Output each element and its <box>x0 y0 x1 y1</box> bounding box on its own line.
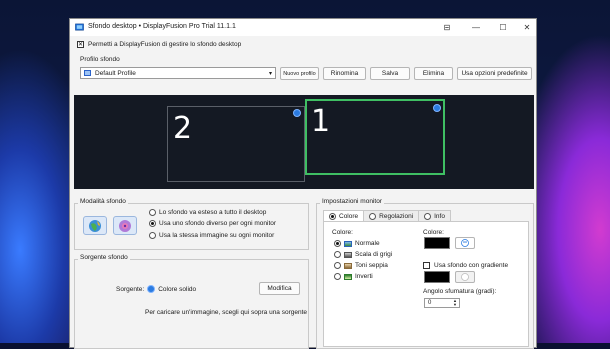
wallpaper-window: Sfondo desktop • DisplayFusion Pro Trial… <box>69 18 537 349</box>
monitor-2[interactable]: 2 <box>167 106 305 182</box>
span-mode-button[interactable] <box>83 216 107 235</box>
gradient-option[interactable]: Usa sfondo con gradiente <box>423 262 508 269</box>
window-title: Sfondo desktop • DisplayFusion Pro Trial… <box>88 23 236 30</box>
secondary-color-swatch[interactable] <box>424 271 450 283</box>
tab-colore-radio <box>329 212 336 220</box>
color-mode-normal-label: Normale <box>355 240 380 247</box>
chevron-down-icon: ▾ <box>268 71 272 77</box>
mode-group-title: Modalità sfondo <box>78 198 128 205</box>
permission-checkbox[interactable]: ✕ <box>77 41 84 48</box>
color-mode-label: Colore: <box>332 229 353 236</box>
mode-option-per-monitor-label: Usa uno sfondo diverso per ogni monitor <box>159 220 277 227</box>
color-mode-grayscale[interactable]: Scala di grigi <box>334 251 392 258</box>
primary-color-swatch[interactable] <box>424 237 450 249</box>
profile-select[interactable]: Default Profile ▾ <box>80 67 276 79</box>
displayfusion-app-icon <box>75 23 84 31</box>
permission-row: ✕ Permetti a DisplayFusion di gestire lo… <box>77 41 241 48</box>
color-mode-normal-radio[interactable] <box>334 240 341 247</box>
save-button[interactable]: Salva <box>370 67 410 80</box>
tab-info-radio <box>424 212 432 220</box>
tab-regolazioni-radio <box>369 212 377 220</box>
tab-colore-label: Colore <box>339 212 359 220</box>
source-group <box>74 259 309 349</box>
new-profile-button[interactable]: Nuovo profilo <box>280 67 319 80</box>
profile-selected-value: Default Profile <box>95 69 136 77</box>
rename-button[interactable]: Rinomina <box>323 67 366 80</box>
minimize-button[interactable]: — <box>463 21 489 34</box>
image-invert-icon <box>344 273 352 280</box>
mode-option-per-monitor-radio[interactable] <box>149 220 156 227</box>
color-mode-sepia[interactable]: Toni seppia <box>334 262 388 269</box>
mode-option-per-monitor[interactable]: Usa uno sfondo diverso per ogni monitor <box>149 220 276 227</box>
source-label: Sorgente: <box>116 285 145 293</box>
color-mode-sepia-radio[interactable] <box>334 262 341 269</box>
color-label: Colore: <box>423 229 444 236</box>
spinner-arrows-icon[interactable]: ▲ ▼ <box>453 299 457 307</box>
source-value: Colore solido <box>158 285 197 293</box>
monitor-2-number: 2 <box>173 111 193 146</box>
color-mode-grayscale-label: Scala di grigi <box>355 251 393 258</box>
palette-icon <box>461 239 469 247</box>
mode-option-span-label: Lo sfondo va esteso a tutto il desktop <box>159 209 267 216</box>
mode-option-same-image[interactable]: Usa la stessa immagine su ogni monitor <box>149 232 274 239</box>
gradient-angle-value: 0 <box>428 300 432 306</box>
monitor-1-palette-icon <box>433 104 441 112</box>
monitor-1-number: 1 <box>311 104 331 139</box>
palette-disabled-icon <box>461 273 469 281</box>
source-group-title: Sorgente sfondo <box>78 254 130 261</box>
globe-wallpaper-icon <box>89 219 101 232</box>
image-sepia-icon <box>344 262 352 269</box>
wallpaper-disc-icon <box>119 219 131 232</box>
color-mode-invert-label: Inverti <box>355 273 373 280</box>
tab-regolazioni-label: Regolazioni <box>379 212 414 220</box>
color-mode-normal[interactable]: Normale <box>334 240 380 247</box>
primary-color-picker-button[interactable] <box>455 237 475 249</box>
per-monitor-mode-button[interactable] <box>113 216 137 235</box>
title-bar: Sfondo desktop • DisplayFusion Pro Trial… <box>70 19 536 36</box>
monitor-preview: 2 1 <box>74 95 534 189</box>
mode-option-same-image-radio[interactable] <box>149 232 156 239</box>
delete-button[interactable]: Elimina <box>414 67 453 80</box>
color-mode-sepia-label: Toni seppia <box>355 262 388 269</box>
maximize-button[interactable]: ☐ <box>490 21 516 34</box>
gradient-angle-label: Angolo sfumatura (gradi): <box>423 288 497 295</box>
modify-source-button[interactable]: Modifica <box>259 282 300 295</box>
color-mode-invert-radio[interactable] <box>334 273 341 280</box>
gradient-angle-spinner[interactable]: 0 ▲ ▼ <box>424 298 460 308</box>
image-grayscale-icon <box>344 251 352 258</box>
permission-label: Permetti a DisplayFusion di gestire lo s… <box>88 41 242 48</box>
close-button[interactable]: ✕ <box>514 21 540 34</box>
monitor-settings-title: Impostazioni monitor <box>320 198 384 205</box>
source-row: Sorgente: Colore solido <box>116 285 196 293</box>
monitor-2-palette-icon <box>293 109 301 117</box>
color-mode-grayscale-radio[interactable] <box>334 251 341 258</box>
secondary-color-picker-button[interactable] <box>455 271 475 283</box>
mode-option-span[interactable]: Lo sfondo va esteso a tutto il desktop <box>149 209 266 216</box>
gradient-label: Usa sfondo con gradiente <box>434 262 509 269</box>
profile-icon <box>84 70 91 76</box>
monitor-1[interactable]: 1 <box>305 99 445 175</box>
profile-section-label: Profilo sfondo <box>80 56 120 63</box>
source-hint: Per caricare un'immagine, scegli qui sop… <box>145 309 308 316</box>
tab-info-label: Info <box>434 212 445 220</box>
gradient-checkbox[interactable] <box>423 262 430 269</box>
palette-icon <box>147 285 156 293</box>
mode-option-span-radio[interactable] <box>149 209 156 216</box>
mode-option-same-image-label: Usa la stessa immagine su ogni monitor <box>159 232 275 239</box>
image-color-icon <box>344 240 352 247</box>
use-defaults-button[interactable]: Usa opzioni predefinite <box>457 67 532 80</box>
pin-button[interactable]: ⊟ <box>434 21 460 34</box>
color-mode-invert[interactable]: Inverti <box>334 273 373 280</box>
